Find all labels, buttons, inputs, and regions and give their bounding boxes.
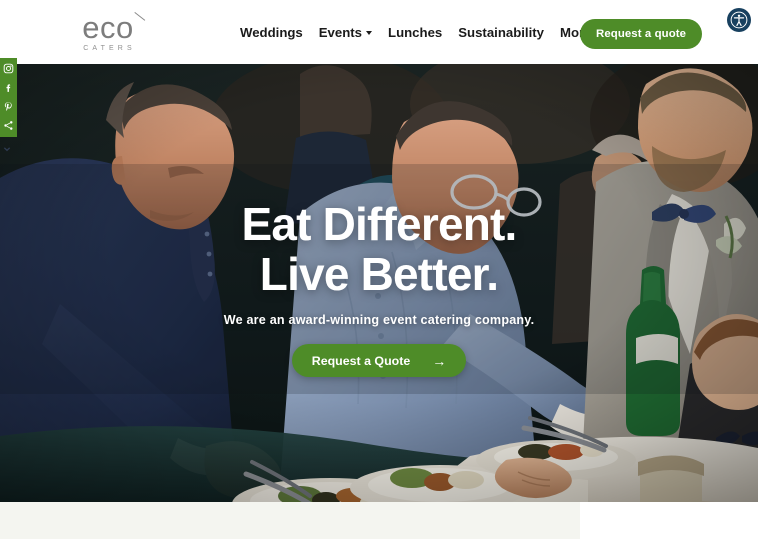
request-a-quote-button-header[interactable]: Request a quote (580, 19, 703, 49)
hero-section: Eat Different. Live Better. We are an aw… (0, 64, 758, 502)
hero-headline-line-1: Eat Different. (241, 198, 517, 250)
nav-item-events[interactable]: Events (318, 24, 373, 40)
request-a-quote-button-hero[interactable]: Request a Quote → (291, 344, 467, 377)
nav-label: Weddings (240, 24, 303, 40)
nav-item-weddings[interactable]: Weddings (240, 25, 303, 40)
hero-cta-label: Request a Quote (311, 353, 411, 368)
instagram-icon[interactable] (1, 61, 16, 76)
hero-subtitle: We are an award-winning event catering c… (223, 313, 535, 327)
logo-mark: eco (58, 9, 158, 45)
nav-item-lunches[interactable]: Lunches (388, 25, 442, 40)
hero-headline-line-2: Live Better. (259, 248, 499, 300)
nav-label: Sustainability (458, 24, 544, 40)
accessibility-icon[interactable] (727, 8, 751, 32)
social-share-rail (0, 58, 17, 137)
hero-content: Eat Different. Live Better. We are an aw… (0, 64, 758, 502)
landing-page: eco CATERS Weddings Events Lunches Susta… (0, 0, 758, 539)
nav-item-sustainability[interactable]: Sustainability (458, 25, 544, 40)
facebook-icon[interactable] (1, 80, 16, 95)
social-rail-collapse-toggle[interactable] (2, 144, 12, 154)
logo-subtext: CATERS (83, 44, 136, 52)
logo-wordmark: eco (82, 9, 134, 45)
site-logo[interactable]: eco CATERS (56, 9, 160, 55)
site-header: eco CATERS Weddings Events Lunches Susta… (0, 0, 758, 64)
nav-label: Lunches (388, 24, 443, 40)
chevron-down-icon (366, 31, 373, 35)
share-icon[interactable] (1, 118, 16, 133)
hero-headline: Eat Different. Live Better. (241, 198, 517, 300)
arrow-right-icon: → (432, 352, 447, 369)
below-fold-section (0, 502, 758, 539)
main-navigation: Weddings Events Lunches Sustainability M… (240, 0, 602, 64)
nav-label: Events (318, 24, 363, 40)
pinterest-icon[interactable] (1, 99, 16, 114)
below-fold-cream-panel (0, 502, 580, 539)
